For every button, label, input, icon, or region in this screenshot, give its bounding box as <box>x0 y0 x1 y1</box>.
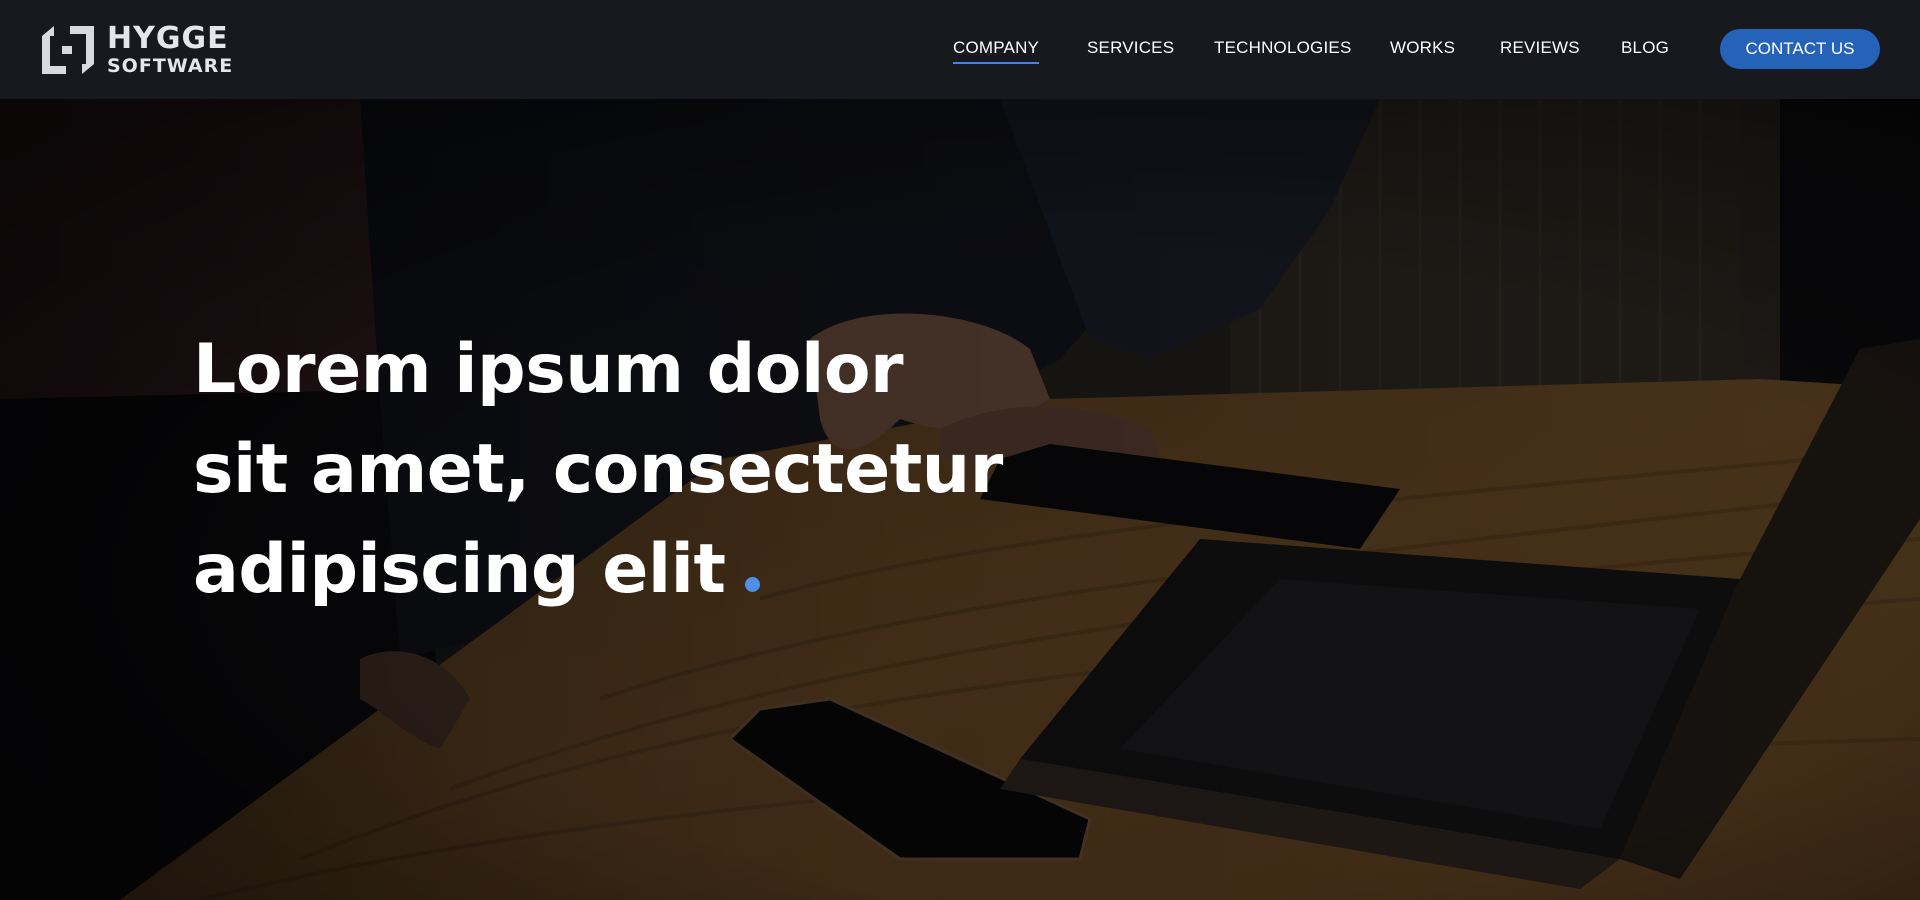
hero-headline: Lorem ipsum dolor sit amet, consectetur … <box>193 320 1093 620</box>
nav-item-services[interactable]: SERVICES <box>1087 38 1174 58</box>
nav-item-reviews[interactable]: REVIEWS <box>1500 38 1580 58</box>
site-header: HYGGE SOFTWARE COMPANY SERVICES TECHNOLO… <box>0 0 1920 99</box>
contact-us-button[interactable]: CONTACT US <box>1720 29 1880 69</box>
landing-page: HYGGE SOFTWARE COMPANY SERVICES TECHNOLO… <box>0 0 1920 900</box>
headline-line-3: adipiscing elit <box>193 520 1093 620</box>
headline-line-3-text: adipiscing elit <box>193 530 726 609</box>
accent-dot <box>745 577 761 592</box>
headline-line-2: sit amet, consectetur <box>193 430 1003 509</box>
nav-item-works[interactable]: WORKS <box>1390 38 1455 58</box>
nav-item-blog[interactable]: BLOG <box>1621 38 1669 58</box>
nav-item-company[interactable]: COMPANY <box>953 38 1040 64</box>
nav-item-technologies[interactable]: TECHNOLOGIES <box>1214 38 1351 58</box>
headline-line-1: Lorem ipsum dolor <box>193 330 904 409</box>
main-nav: COMPANY SERVICES TECHNOLOGIES WORKS REVI… <box>0 0 1920 99</box>
